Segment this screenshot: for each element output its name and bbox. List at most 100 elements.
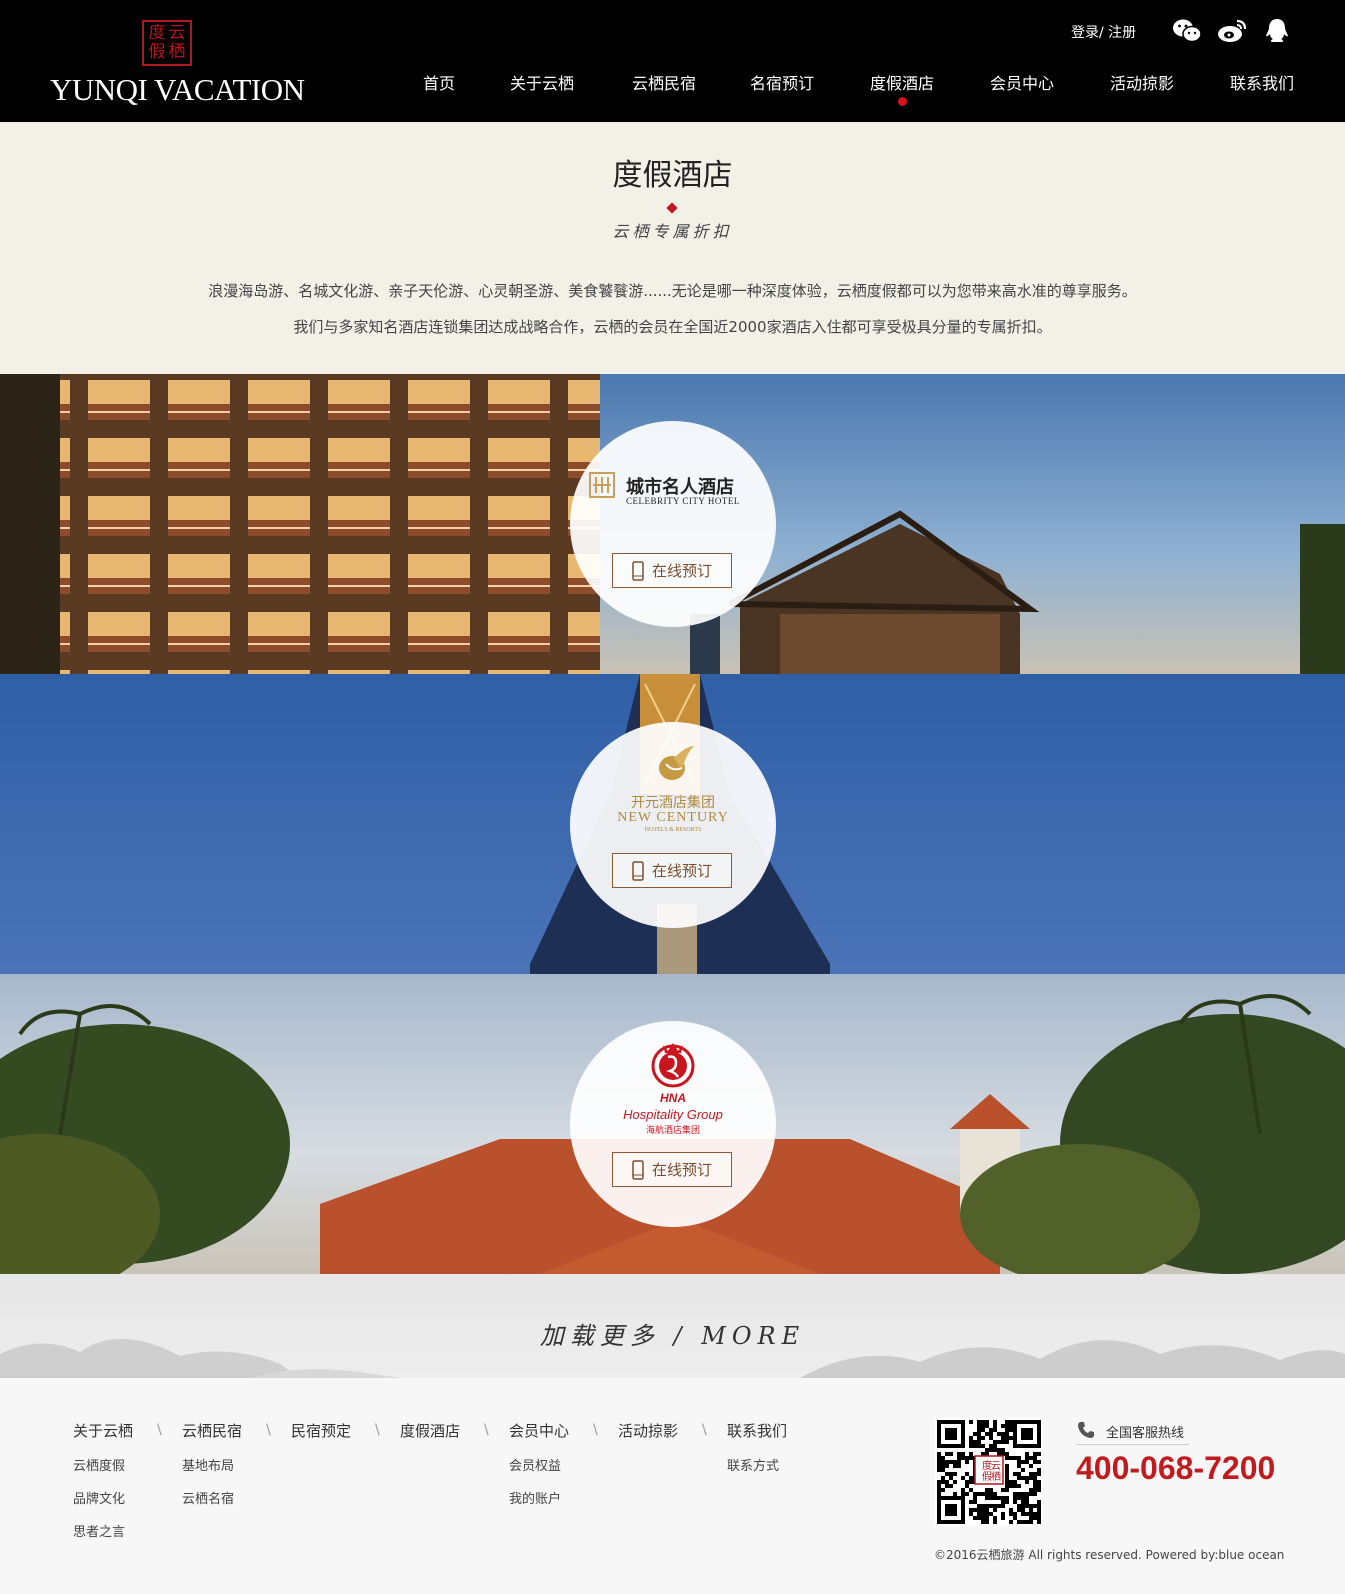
footer-column: 民宿预定: [291, 1420, 351, 1441]
footer-link[interactable]: 我的账户: [509, 1488, 569, 1507]
nav-item-member[interactable]: 会员中心: [990, 70, 1054, 94]
footer-column-title[interactable]: 会员中心: [509, 1420, 569, 1441]
register-link[interactable]: 注册: [1108, 25, 1136, 41]
qr-module: [993, 1504, 997, 1508]
hotel-card-new-century: 开元酒店集团 NEW CENTURY HOTELS & RESORTS 在线预订: [570, 722, 776, 928]
qr-code: 度 云 假 栖: [935, 1418, 1043, 1526]
qr-module: [953, 1464, 957, 1468]
book-online-button[interactable]: 在线预订: [612, 853, 732, 888]
footer-column-title[interactable]: 联系我们: [727, 1420, 787, 1441]
qr-module: [1009, 1508, 1013, 1512]
qr-module: [1005, 1468, 1009, 1472]
footer-separator: \: [375, 1422, 380, 1438]
qr-module: [1017, 1464, 1021, 1468]
new-century-logo-icon: [652, 744, 696, 784]
qr-module: [1005, 1420, 1009, 1424]
book-online-button[interactable]: 在线预订: [612, 1152, 732, 1187]
qq-icon[interactable]: [1262, 16, 1292, 46]
footer-column: 云栖民宿 基地布局 云栖名宿: [182, 1420, 242, 1507]
nav-item-booking[interactable]: 名宿预订: [750, 70, 814, 94]
qr-module: [1021, 1508, 1025, 1512]
qr-module: [949, 1484, 953, 1488]
qr-module: [1029, 1504, 1033, 1508]
footer-column-title[interactable]: 民宿预定: [291, 1420, 351, 1441]
qr-module: [969, 1440, 973, 1444]
footer-column-title[interactable]: 关于云栖: [73, 1420, 133, 1441]
logo-seal[interactable]: 度 云 假 栖: [142, 20, 192, 66]
phone-icon: [1076, 1420, 1096, 1440]
qr-module: [1037, 1512, 1041, 1516]
qr-module: [1009, 1512, 1013, 1516]
qr-module: [973, 1500, 977, 1504]
footer-separator: \: [593, 1422, 598, 1438]
wechat-icon[interactable]: [1172, 16, 1202, 46]
qr-module: [961, 1488, 965, 1492]
book-online-button[interactable]: 在线预订: [612, 553, 732, 588]
main-nav: 首页 关于云栖 云栖民宿 名宿预订 度假酒店 会员中心 活动掠影 联系我们: [0, 70, 1345, 106]
load-more-button[interactable]: 加载更多 / MORE: [0, 1316, 1345, 1351]
qr-module: [997, 1496, 1001, 1500]
qr-module: [993, 1508, 997, 1512]
nav-item-homestay[interactable]: 云栖民宿: [632, 70, 696, 94]
qr-module: [1017, 1472, 1021, 1476]
qr-module: [1025, 1492, 1029, 1496]
qr-module: [1001, 1436, 1005, 1440]
qr-module: [993, 1428, 997, 1432]
qr-module: [981, 1428, 985, 1432]
footer-column: 关于云栖 云栖度假 品牌文化 思者之言: [73, 1420, 133, 1540]
qr-module: [1033, 1476, 1037, 1480]
footer-link[interactable]: 基地布局: [182, 1455, 242, 1474]
qr-module: [1025, 1500, 1029, 1504]
nav-item-activities[interactable]: 活动掠影: [1110, 70, 1174, 94]
qr-module: [1025, 1480, 1029, 1484]
qr-module: [1037, 1472, 1041, 1476]
weibo-icon[interactable]: [1217, 16, 1247, 46]
qr-module: [1029, 1516, 1033, 1520]
login-register: 登录/ 注册: [1071, 22, 1136, 42]
qr-module: [1009, 1428, 1013, 1432]
qr-module: [1001, 1496, 1005, 1500]
footer-column-title[interactable]: 活动掠影: [618, 1420, 678, 1441]
qr-module: [989, 1448, 993, 1452]
mobile-phone-icon: [632, 560, 644, 581]
nav-item-about[interactable]: 关于云栖: [510, 70, 574, 94]
qr-module: [965, 1492, 969, 1496]
footer-column-title[interactable]: 云栖民宿: [182, 1420, 242, 1441]
qr-module: [1001, 1440, 1005, 1444]
qr-module: [1025, 1504, 1029, 1508]
nav-item-resort-hotels[interactable]: 度假酒店: [870, 70, 934, 106]
qr-module: [989, 1492, 993, 1496]
site-header: 度 云 假 栖 YUNQI VACATION 登录/ 注册 首页 关于云栖 云栖…: [0, 0, 1345, 122]
qr-module: [981, 1512, 985, 1516]
qr-module: [981, 1492, 985, 1496]
footer-link[interactable]: 联系方式: [727, 1455, 787, 1474]
qr-module: [949, 1460, 953, 1464]
qr-module: [949, 1476, 953, 1480]
footer-link[interactable]: 云栖名宿: [182, 1488, 242, 1507]
qr-module: [973, 1444, 977, 1448]
hotel-card-hna: HNA Hospitality Group 海航酒店集团 在线预订: [570, 1021, 776, 1227]
qr-module: [989, 1428, 993, 1432]
qr-module: [937, 1464, 941, 1468]
hotline-number[interactable]: 400-068-7200: [1076, 1450, 1275, 1487]
qr-module: [981, 1436, 985, 1440]
footer-link[interactable]: 云栖度假: [73, 1455, 133, 1474]
qr-module: [1037, 1520, 1041, 1524]
footer-column-title[interactable]: 度假酒店: [400, 1420, 460, 1441]
footer-link[interactable]: 会员权益: [509, 1455, 569, 1474]
hotel-name-cn: 开元酒店集团: [631, 795, 715, 811]
login-link[interactable]: 登录: [1071, 25, 1099, 41]
nav-item-contact[interactable]: 联系我们: [1230, 70, 1294, 94]
qr-module: [981, 1516, 985, 1520]
footer-link[interactable]: 品牌文化: [73, 1488, 133, 1507]
logo-seal-char: 假: [148, 42, 166, 62]
qr-module: [1017, 1460, 1021, 1464]
footer-link[interactable]: 思者之言: [73, 1521, 133, 1540]
nav-item-home[interactable]: 首页: [423, 70, 455, 94]
qr-module: [937, 1488, 941, 1492]
hna-logo-mark: HNA: [660, 1091, 686, 1105]
qr-module: [937, 1460, 941, 1464]
qr-module: [1013, 1492, 1017, 1496]
qr-module: [1005, 1480, 1009, 1484]
qr-module: [1037, 1516, 1041, 1520]
